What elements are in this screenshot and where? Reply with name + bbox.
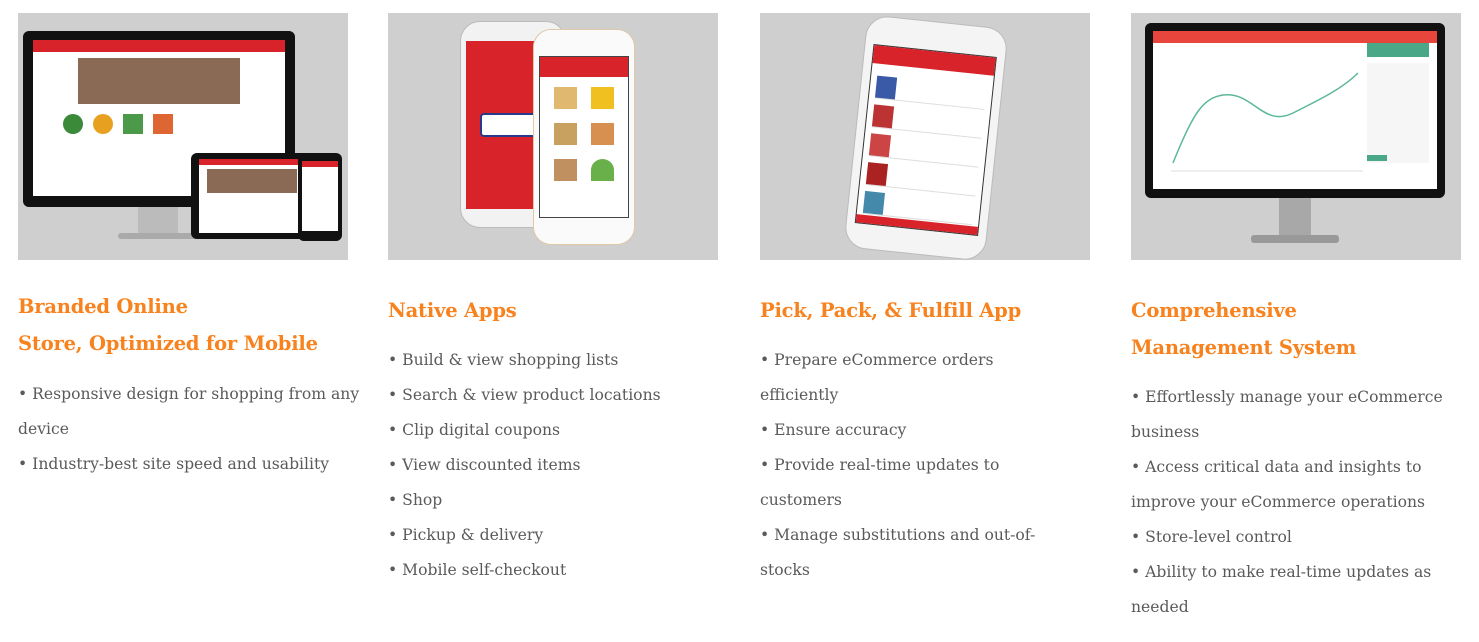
bullet: Provide real-time updates to customers xyxy=(760,448,1060,518)
bullet: Ensure accuracy xyxy=(760,413,1060,448)
bullet: Build & view shopping lists xyxy=(388,343,733,378)
feature-title: Comprehensive Management System xyxy=(1131,299,1357,359)
bullet: Access critical data and insights to imp… xyxy=(1131,450,1461,520)
feature-bullets: Effortlessly manage your eCommerce busin… xyxy=(1131,380,1461,625)
bullet: Pickup & delivery xyxy=(388,518,733,553)
feature-bullets: Responsive design for shopping from any … xyxy=(18,377,363,482)
bullet: Search & view product locations xyxy=(388,378,733,413)
bullet: Store-level control xyxy=(1131,520,1461,555)
management-dashboard-image xyxy=(1131,13,1461,260)
bullet: View discounted items xyxy=(388,448,733,483)
bullet: Ability to make real-time updates as nee… xyxy=(1131,555,1461,625)
native-app-phones-image xyxy=(388,13,718,260)
bullet: Manage substitutions and out-of-stocks xyxy=(760,518,1060,588)
feature-branded-store: Branded Online Store, Optimized for Mobil… xyxy=(18,13,363,482)
feature-title: Native Apps xyxy=(388,299,517,322)
feature-title: Branded Online Store, Optimized for Mobil… xyxy=(18,295,318,355)
feature-bullets: Prepare eCommerce orders efficiently Ens… xyxy=(760,343,1060,588)
picker-app-phone-image xyxy=(760,13,1090,260)
bullet: Effortlessly manage your eCommerce busin… xyxy=(1131,380,1461,450)
bullet: Shop xyxy=(388,483,733,518)
feature-management-system: ComprehensiveManagement System Effortles… xyxy=(1131,13,1476,625)
bullet: Responsive design for shopping from any … xyxy=(18,377,363,447)
bullet: Clip digital coupons xyxy=(388,413,733,448)
feature-native-apps: Native Apps Build & view shopping lists … xyxy=(388,13,733,588)
feature-bullets: Build & view shopping lists Search & vie… xyxy=(388,343,733,588)
bullet: Industry-best site speed and usability xyxy=(18,447,363,482)
bullet: Prepare eCommerce orders efficiently xyxy=(760,343,1060,413)
feature-pick-pack: Pick, Pack, & Fulfill App Prepare eComme… xyxy=(760,13,1105,588)
feature-title: Pick, Pack, & Fulfill App xyxy=(760,299,1022,322)
bullet: Mobile self-checkout xyxy=(388,553,733,588)
responsive-devices-image xyxy=(18,13,348,260)
